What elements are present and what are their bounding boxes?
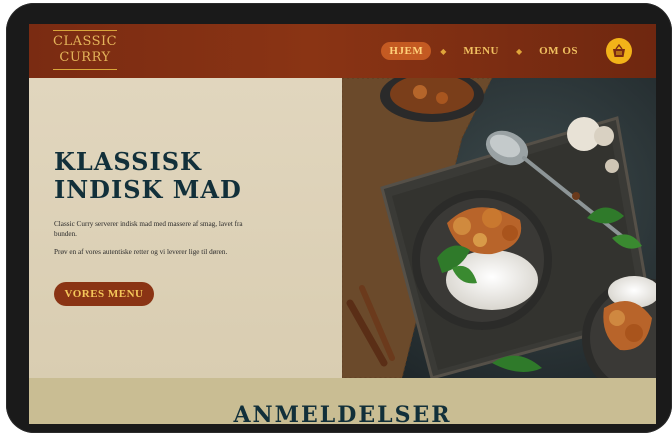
hero-title: KLASSISK INDISK MAD <box>54 148 324 204</box>
nav-separator-icon: ◆ <box>515 46 523 56</box>
main-nav: HJEM ◆ MENU ◆ OM OS <box>381 41 586 61</box>
logo-line-1: CLASSIC <box>53 34 118 49</box>
hero-title-line-1: KLASSISK <box>54 147 202 176</box>
nav-item-hjem[interactable]: HJEM <box>381 42 432 60</box>
logo[interactable]: CLASSIC CURRY <box>53 30 117 70</box>
nav-item-om-os[interactable]: OM OS <box>531 42 586 60</box>
nav-separator-icon: ◆ <box>440 46 447 56</box>
hero-title-line-2: INDISK MAD <box>54 175 242 204</box>
menu-cta-button[interactable]: VORES MENU <box>54 282 154 306</box>
hero-paragraph-2: Prøv en af vores autentiske retter og vi… <box>54 248 228 256</box>
hero-text-panel: KLASSISK INDISK MAD Classic Curry server… <box>29 78 342 378</box>
site-header: CLASSIC CURRY HJEM ◆ MENU ◆ OM OS <box>29 24 656 78</box>
nav-item-menu[interactable]: MENU <box>455 42 507 60</box>
logo-line-2: CURRY <box>59 50 111 65</box>
tablet-frame: CLASSIC CURRY HJEM ◆ MENU ◆ OM OS KLASSI… <box>6 3 672 433</box>
website-screen: CLASSIC CURRY HJEM ◆ MENU ◆ OM OS KLASSI… <box>29 24 656 424</box>
reviews-section: ANMELDELSER <box>29 378 656 424</box>
hero-paragraph-1: Classic Curry serverer indisk mad med ma… <box>54 220 243 238</box>
basket-icon <box>613 44 625 57</box>
hero-food-image <box>341 70 656 398</box>
reviews-title: ANMELDELSER <box>233 402 452 424</box>
cart-button[interactable] <box>606 38 632 64</box>
